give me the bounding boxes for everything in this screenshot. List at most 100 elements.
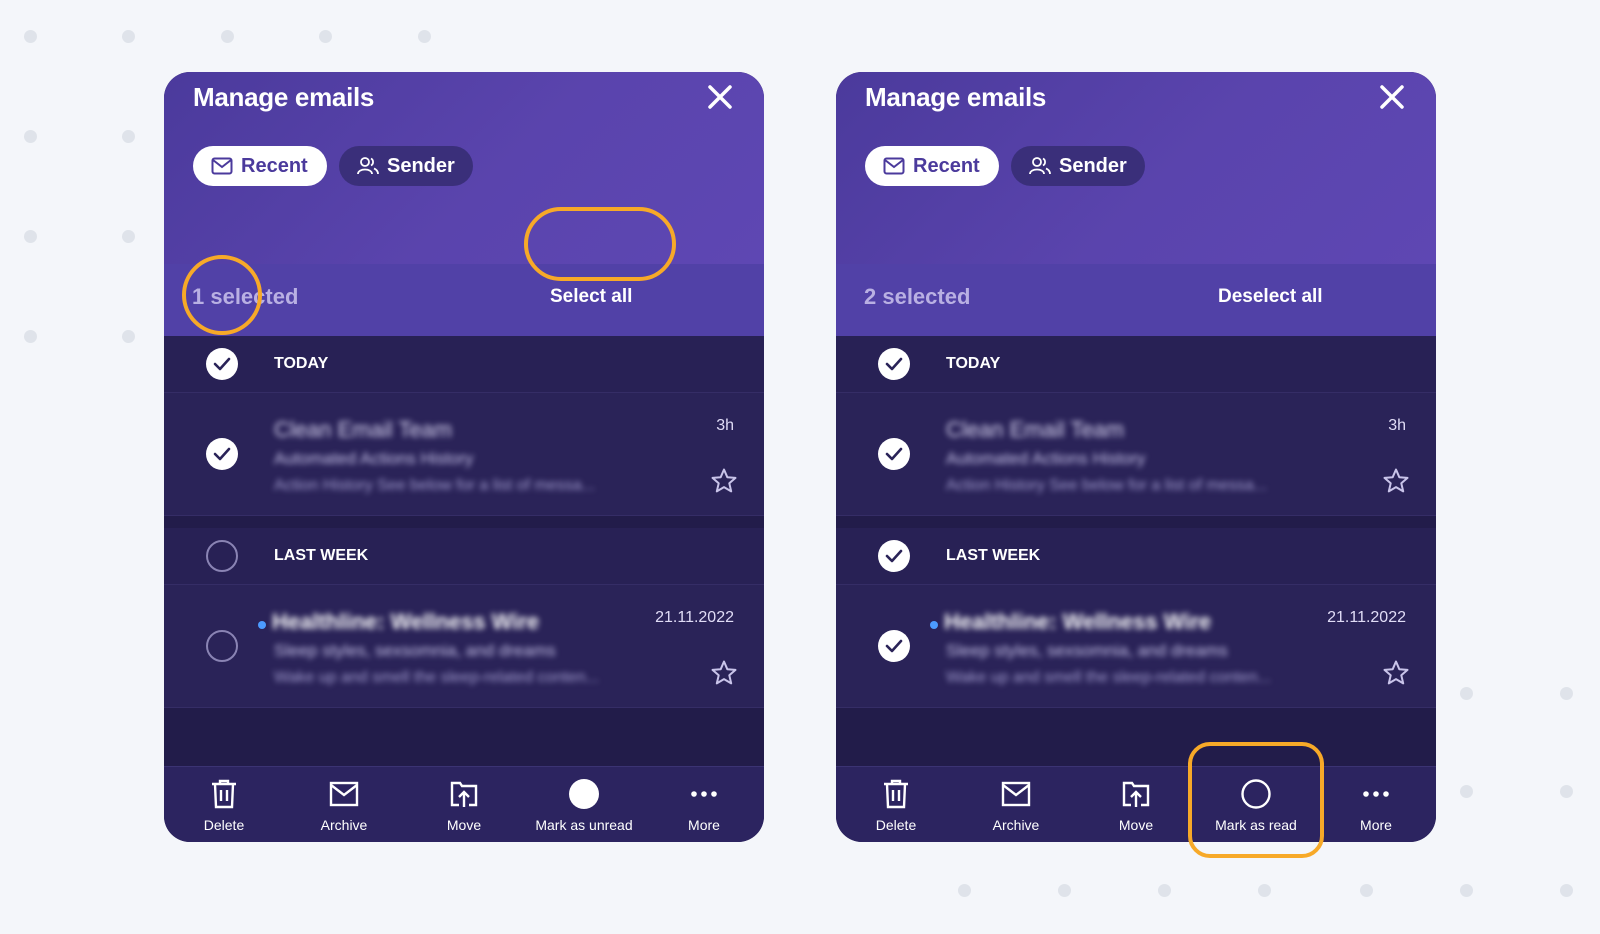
checkmark-icon (885, 447, 903, 461)
unread-indicator (930, 621, 938, 629)
selection-bar: 2 selected Deselect all (836, 264, 1436, 336)
email-row[interactable]: Healthline: Wellness Wire Sleep styles, … (164, 585, 764, 708)
deselect-all-button[interactable]: Deselect all (1218, 286, 1323, 308)
star-icon[interactable] (710, 659, 738, 687)
users-icon (1029, 157, 1051, 175)
close-icon[interactable] (1377, 82, 1407, 112)
email-subject: Automated Actions History (274, 449, 474, 468)
manage-emails-panel-2: Manage emails Recent Sender 2 selected D… (836, 72, 1436, 842)
tab-sender[interactable]: Sender (1011, 146, 1145, 186)
email-sender: Healthline: Wellness Wire (944, 609, 1212, 634)
unread-indicator (258, 621, 266, 629)
checkmark-icon (213, 447, 231, 461)
email-subject: Automated Actions History (946, 449, 1146, 468)
manage-emails-panel-1: Manage emails Recent Sender 1 selected S… (164, 72, 764, 842)
trash-icon (884, 779, 908, 809)
email-time: 21.11.2022 (655, 609, 734, 626)
tab-label: Recent (241, 154, 308, 177)
group-checkbox-last-week[interactable] (878, 540, 910, 572)
move-button[interactable]: Move (404, 767, 524, 842)
toolbar-label: Delete (875, 817, 917, 833)
group-gap (836, 516, 1436, 528)
email-preview: Wake up and smell the sleep-related cont… (946, 669, 1271, 686)
toolbar-label: Mark as unread (535, 817, 633, 833)
toolbar-label: More (1360, 817, 1392, 833)
toolbar-label: Move (1118, 817, 1154, 833)
move-button[interactable]: Move (1076, 767, 1196, 842)
bottom-toolbar: Delete Archive Move Mark as unread More (164, 766, 764, 842)
more-dots-icon (691, 791, 717, 797)
email-time: 21.11.2022 (1327, 609, 1406, 626)
group-header-last-week: LAST WEEK (836, 528, 1436, 585)
email-subject: Sleep styles, sexsomnia, and dreams (274, 641, 556, 660)
toolbar-label: Move (446, 817, 482, 833)
email-sender: Healthline: Wellness Wire (272, 609, 540, 634)
star-icon[interactable] (1382, 467, 1410, 495)
tab-sender[interactable]: Sender (339, 146, 473, 186)
archive-button[interactable]: Archive (956, 767, 1076, 842)
email-row[interactable]: Clean Email Team Automated Actions Histo… (836, 393, 1436, 516)
email-checkbox[interactable] (878, 630, 910, 662)
group-label: LAST WEEK (274, 547, 369, 564)
group-label: TODAY (946, 355, 1001, 372)
tab-label: Sender (1059, 154, 1127, 177)
email-sender: Clean Email Team (946, 417, 1125, 442)
envelope-icon (883, 157, 905, 175)
delete-button[interactable]: Delete (164, 767, 284, 842)
tab-recent[interactable]: Recent (865, 146, 999, 186)
archive-icon (1001, 781, 1031, 807)
filled-circle-icon (569, 779, 599, 809)
archive-icon (329, 781, 359, 807)
group-header-last-week: LAST WEEK (164, 528, 764, 585)
checkbox-highlight (182, 255, 262, 335)
panel-header: Manage emails Recent Sender (836, 72, 1436, 264)
more-dots-icon (1363, 791, 1389, 797)
email-preview: Action History See below for a list of m… (946, 477, 1268, 494)
email-subject: Sleep styles, sexsomnia, and dreams (946, 641, 1228, 660)
bottom-toolbar: Delete Archive Move Mark as read More (836, 766, 1436, 842)
toolbar-label: More (688, 817, 720, 833)
group-checkbox-today[interactable] (206, 348, 238, 380)
group-label: LAST WEEK (946, 547, 1041, 564)
email-preview: Wake up and smell the sleep-related cont… (274, 669, 599, 686)
email-checkbox[interactable] (206, 630, 238, 662)
email-row[interactable]: Healthline: Wellness Wire Sleep styles, … (836, 585, 1436, 708)
archive-button[interactable]: Archive (284, 767, 404, 842)
checkmark-icon (885, 549, 903, 563)
star-icon[interactable] (710, 467, 738, 495)
close-icon[interactable] (705, 82, 735, 112)
more-button[interactable]: More (1316, 767, 1436, 842)
email-checkbox[interactable] (206, 438, 238, 470)
users-icon (357, 157, 379, 175)
email-checkbox[interactable] (878, 438, 910, 470)
select-all-button[interactable]: Select all (550, 286, 632, 308)
selected-count: 2 selected (864, 284, 971, 309)
email-row[interactable]: Clean Email Team Automated Actions Histo… (164, 393, 764, 516)
checkmark-icon (885, 357, 903, 371)
group-checkbox-last-week[interactable] (206, 540, 238, 572)
email-time: 3h (1388, 417, 1406, 434)
move-icon (450, 781, 478, 807)
mark-as-read-highlight (1188, 742, 1324, 858)
tab-label: Sender (387, 154, 455, 177)
group-checkbox-today[interactable] (878, 348, 910, 380)
tab-recent[interactable]: Recent (193, 146, 327, 186)
toolbar-label: Delete (203, 817, 245, 833)
email-preview: Action History See below for a list of m… (274, 477, 596, 494)
delete-button[interactable]: Delete (836, 767, 956, 842)
group-header-today: TODAY (164, 336, 764, 393)
email-sender: Clean Email Team (274, 417, 453, 442)
mark-as-unread-button[interactable]: Mark as unread (524, 767, 644, 842)
toolbar-label: Archive (320, 817, 368, 833)
tab-label: Recent (913, 154, 980, 177)
toolbar-label: Archive (992, 817, 1040, 833)
group-label: TODAY (274, 355, 329, 372)
select-all-highlight (524, 207, 676, 281)
panel-title: Manage emails (193, 82, 375, 112)
more-button[interactable]: More (644, 767, 764, 842)
star-icon[interactable] (1382, 659, 1410, 687)
checkmark-icon (885, 639, 903, 653)
move-icon (1122, 781, 1150, 807)
group-header-today: TODAY (836, 336, 1436, 393)
group-gap (164, 516, 764, 528)
